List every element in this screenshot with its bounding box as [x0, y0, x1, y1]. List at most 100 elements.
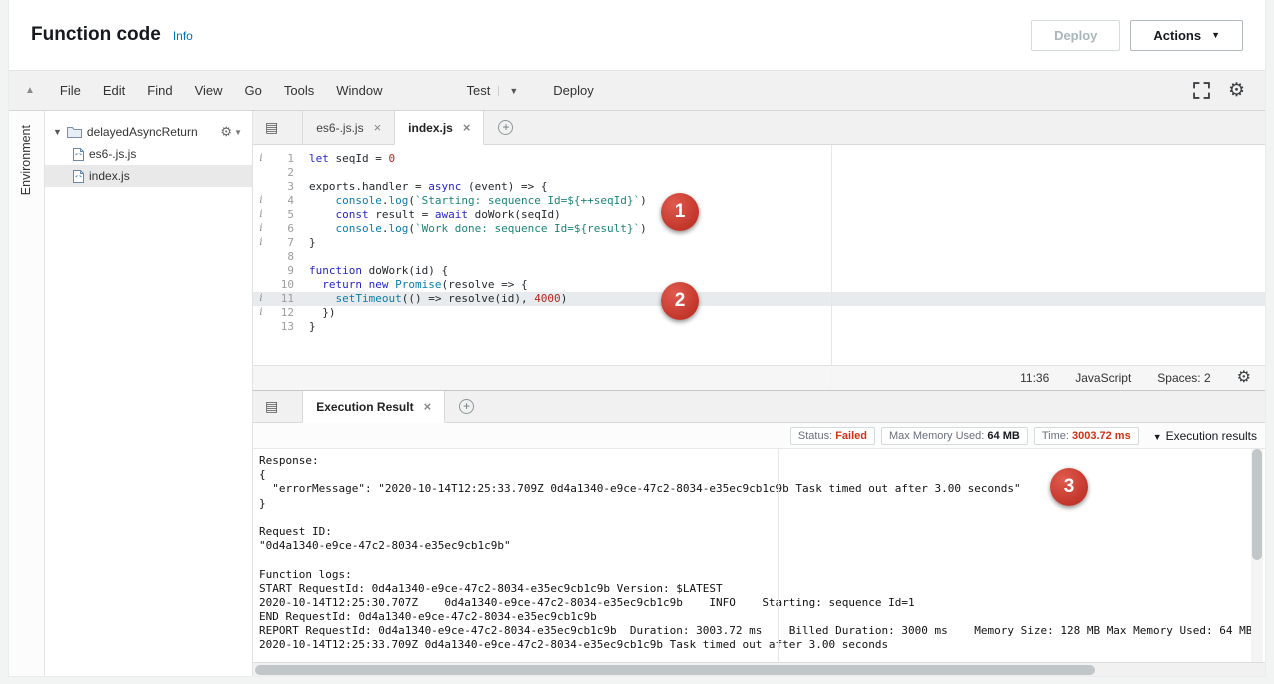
info-marker-icon: i [253, 236, 269, 250]
menu-item-go[interactable]: Go [234, 83, 273, 98]
gutter-cell: i7 [253, 236, 301, 250]
status-badge: Status: Failed [790, 427, 875, 445]
menu-item-deploy[interactable]: Deploy [542, 83, 604, 98]
annotation-badge-2: 2 [661, 282, 699, 320]
code-text: } [301, 320, 316, 334]
close-icon[interactable]: × [463, 120, 471, 135]
info-marker-icon: i [253, 306, 269, 320]
execution-results-toggle[interactable]: ▼Execution results [1153, 429, 1257, 443]
menu-item-find[interactable]: Find [136, 83, 183, 98]
code-line-2: 2 [253, 166, 1265, 180]
editor-settings-gear-icon[interactable]: ⚙ [1237, 370, 1251, 386]
menu-item-test[interactable]: Test [455, 83, 498, 98]
environment-strip[interactable]: Environment [9, 111, 45, 676]
fullscreen-icon[interactable] [1193, 82, 1210, 99]
code-line-3: 3exports.handler = async (event) => { [253, 180, 1265, 194]
gutter-line-number[interactable]: 7 [269, 236, 301, 250]
lambda-function-code-page: Function code Info Deploy Actions ▼ ▲ Fi… [0, 0, 1274, 684]
horizontal-scrollbar-thumb[interactable] [255, 665, 1095, 675]
tree-folder-row[interactable]: ▼ delayedAsyncReturn ⚙▼ [45, 121, 252, 143]
gutter-line-number[interactable]: 4 [269, 194, 301, 208]
horizontal-scrollbar[interactable] [253, 662, 1265, 676]
deploy-button[interactable]: Deploy [1031, 20, 1120, 51]
gutter-spacer [253, 166, 269, 180]
menu-item-edit[interactable]: Edit [92, 83, 136, 98]
execution-status-row: Status: FailedMax Memory Used: 64 MBTime… [253, 423, 1265, 449]
tab-list-icon[interactable]: ▤ [265, 398, 278, 415]
new-tab-icon[interactable]: + [498, 120, 513, 135]
gutter-line-number[interactable]: 2 [269, 166, 301, 180]
tab-list-icon[interactable]: ▤ [265, 119, 278, 136]
log-line: 2020-10-14T12:25:33.709Z 0d4a1340-e9ce-4… [259, 638, 1245, 652]
new-tab-icon[interactable]: + [459, 399, 474, 414]
editor-statusbar: 11:36 JavaScript Spaces: 2 ⚙ [253, 365, 1265, 390]
gutter-line-number[interactable]: 12 [269, 306, 301, 320]
tree-settings-gear-icon[interactable]: ⚙▼ [220, 124, 242, 140]
code-lines: i1let seqId = 023exports.handler = async… [253, 152, 1265, 334]
gutter-line-number[interactable]: 1 [269, 152, 301, 166]
test-dropdown-caret-icon[interactable]: ▼ [498, 86, 528, 96]
vertical-scrollbar-thumb[interactable] [1252, 449, 1262, 560]
actions-button[interactable]: Actions ▼ [1130, 20, 1243, 51]
status-badge: Time: 3003.72 ms [1034, 427, 1139, 445]
info-link[interactable]: Info [173, 29, 193, 43]
gutter-line-number[interactable]: 3 [269, 180, 301, 194]
gutter-line-number[interactable]: 10 [269, 278, 301, 292]
execution-results-label: Execution results [1166, 429, 1257, 443]
gutter-line-number[interactable]: 13 [269, 320, 301, 334]
code-line-1: i1let seqId = 0 [253, 152, 1265, 166]
execution-tabbar: ▤ Execution Result × + [253, 391, 1265, 423]
close-icon[interactable]: × [424, 399, 432, 414]
info-marker-icon: i [253, 194, 269, 208]
gutter-line-number[interactable]: 6 [269, 222, 301, 236]
cursor-position[interactable]: 11:36 [1020, 371, 1049, 385]
tree-file-es6[interactable]: es6-.js.js [45, 143, 252, 165]
gutter-line-number[interactable]: 9 [269, 264, 301, 278]
execution-output[interactable]: Response:{ "errorMessage": "2020-10-14T1… [253, 449, 1265, 662]
gutter-line-number[interactable]: 5 [269, 208, 301, 222]
annotation-badge-1: 1 [661, 193, 699, 231]
code-line-11: i11 setTimeout(() => resolve(id), 4000) [253, 292, 1265, 306]
tab-execution-result[interactable]: Execution Result × [302, 391, 445, 423]
menu-item-window[interactable]: Window [325, 83, 393, 98]
folder-expand-caret-icon[interactable]: ▼ [53, 127, 62, 137]
gutter-line-number[interactable]: 8 [269, 250, 301, 264]
main-area: Environment ▼ delayedAsyncReturn ⚙▼ [9, 111, 1265, 676]
header: Function code Info Deploy Actions ▼ [9, 0, 1265, 70]
close-icon[interactable]: × [374, 120, 382, 135]
tab-es6-js[interactable]: es6-.js.js × [302, 111, 395, 144]
tab-index-js[interactable]: index.js × [394, 111, 484, 145]
code-line-4: i4 console.log(`Starting: sequence Id=${… [253, 194, 1265, 208]
menu-items: FileEditFindViewGoToolsWindow [49, 83, 394, 98]
tab-label: index.js [408, 121, 453, 135]
log-line: Function logs: [259, 568, 1245, 582]
indent-setting[interactable]: Spaces: 2 [1157, 371, 1210, 385]
gutter-cell: i4 [253, 194, 301, 208]
settings-gear-icon[interactable]: ⚙ [1228, 81, 1245, 100]
gutter-cell: 13 [253, 320, 301, 334]
info-marker-icon: i [253, 292, 269, 306]
file-name: es6-.js.js [89, 147, 136, 161]
info-marker-icon: i [253, 152, 269, 166]
status-badges: Status: FailedMax Memory Used: 64 MBTime… [790, 427, 1139, 445]
code-line-6: i6 console.log(`Work done: sequence Id=$… [253, 222, 1265, 236]
print-margin [778, 449, 779, 662]
vertical-scrollbar[interactable] [1251, 449, 1263, 662]
file-tree: ▼ delayedAsyncReturn ⚙▼ es6-.js.js [45, 111, 253, 676]
gutter-spacer [253, 320, 269, 334]
tree-file-index[interactable]: index.js [45, 165, 252, 187]
language-mode[interactable]: JavaScript [1075, 371, 1131, 385]
menu-item-tools[interactable]: Tools [273, 83, 325, 98]
code-line-5: i5 const result = await doWork(seqId) [253, 208, 1265, 222]
code-editor[interactable]: i1let seqId = 023exports.handler = async… [253, 145, 1265, 390]
menu-item-file[interactable]: File [49, 83, 92, 98]
code-text: let seqId = 0 [301, 152, 395, 166]
gutter-line-number[interactable]: 11 [269, 292, 301, 306]
code-text: setTimeout(() => resolve(id), 4000) [301, 292, 567, 306]
menu-item-view[interactable]: View [184, 83, 234, 98]
gutter-cell: i12 [253, 306, 301, 320]
code-text [301, 166, 309, 180]
collapse-editor-icon[interactable]: ▲ [25, 85, 35, 96]
tab-label: Execution Result [316, 400, 413, 414]
log-line: } [259, 497, 1245, 511]
